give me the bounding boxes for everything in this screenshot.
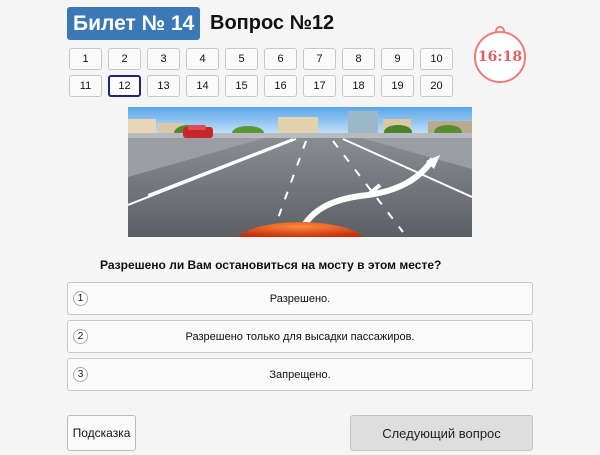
question-nav-button[interactable]: 13 [147,75,180,97]
question-text: Разрешено ли Вам остановиться на мосту в… [100,258,442,272]
question-nav-button[interactable]: 5 [225,48,258,70]
question-nav-button[interactable]: 18 [342,75,375,97]
question-nav-button[interactable]: 11 [69,75,102,97]
question-nav-button[interactable]: 9 [381,48,414,70]
question-nav-button-active[interactable]: 12 [108,75,141,97]
answer-text: Разрешено только для высадки пассажиров. [185,330,415,343]
question-nav-button[interactable]: 16 [264,75,297,97]
question-nav-button[interactable]: 19 [381,75,414,97]
answer-number: 3 [73,367,88,382]
question-nav-button[interactable]: 3 [147,48,180,70]
question-nav-button[interactable]: 4 [186,48,219,70]
question-nav-button[interactable]: 7 [303,48,336,70]
road-scene-image [128,107,472,237]
answer-number: 1 [73,291,88,306]
question-nav-button[interactable]: 2 [108,48,141,70]
timer: 16:18 [474,31,526,83]
question-nav-button[interactable]: 15 [225,75,258,97]
answer-text: Разрешено. [269,292,331,305]
question-nav-button[interactable]: 6 [264,48,297,70]
answer-option-2[interactable]: 2 Разрешено только для высадки пассажиро… [67,320,533,353]
question-nav-button[interactable]: 1 [69,48,102,70]
next-question-button[interactable]: Следующий вопрос [350,415,533,451]
question-nav-button[interactable]: 20 [420,75,453,97]
question-navigation: 1 2 3 4 5 6 7 8 9 10 11 12 13 14 15 16 1… [69,48,453,97]
hint-button[interactable]: Подсказка [67,415,136,451]
question-nav-button[interactable]: 14 [186,75,219,97]
answer-number: 2 [73,329,88,344]
answer-option-1[interactable]: 1 Разрешено. [67,282,533,315]
question-title: Вопрос №12 [210,12,335,34]
question-nav-button[interactable]: 8 [342,48,375,70]
ticket-badge: Билет № 14 [67,7,201,40]
answer-option-3[interactable]: 3 Запрещено. [67,358,533,391]
question-nav-button[interactable]: 17 [303,75,336,97]
question-nav-button[interactable]: 10 [420,48,453,70]
answer-text: Запрещено. [269,368,331,381]
